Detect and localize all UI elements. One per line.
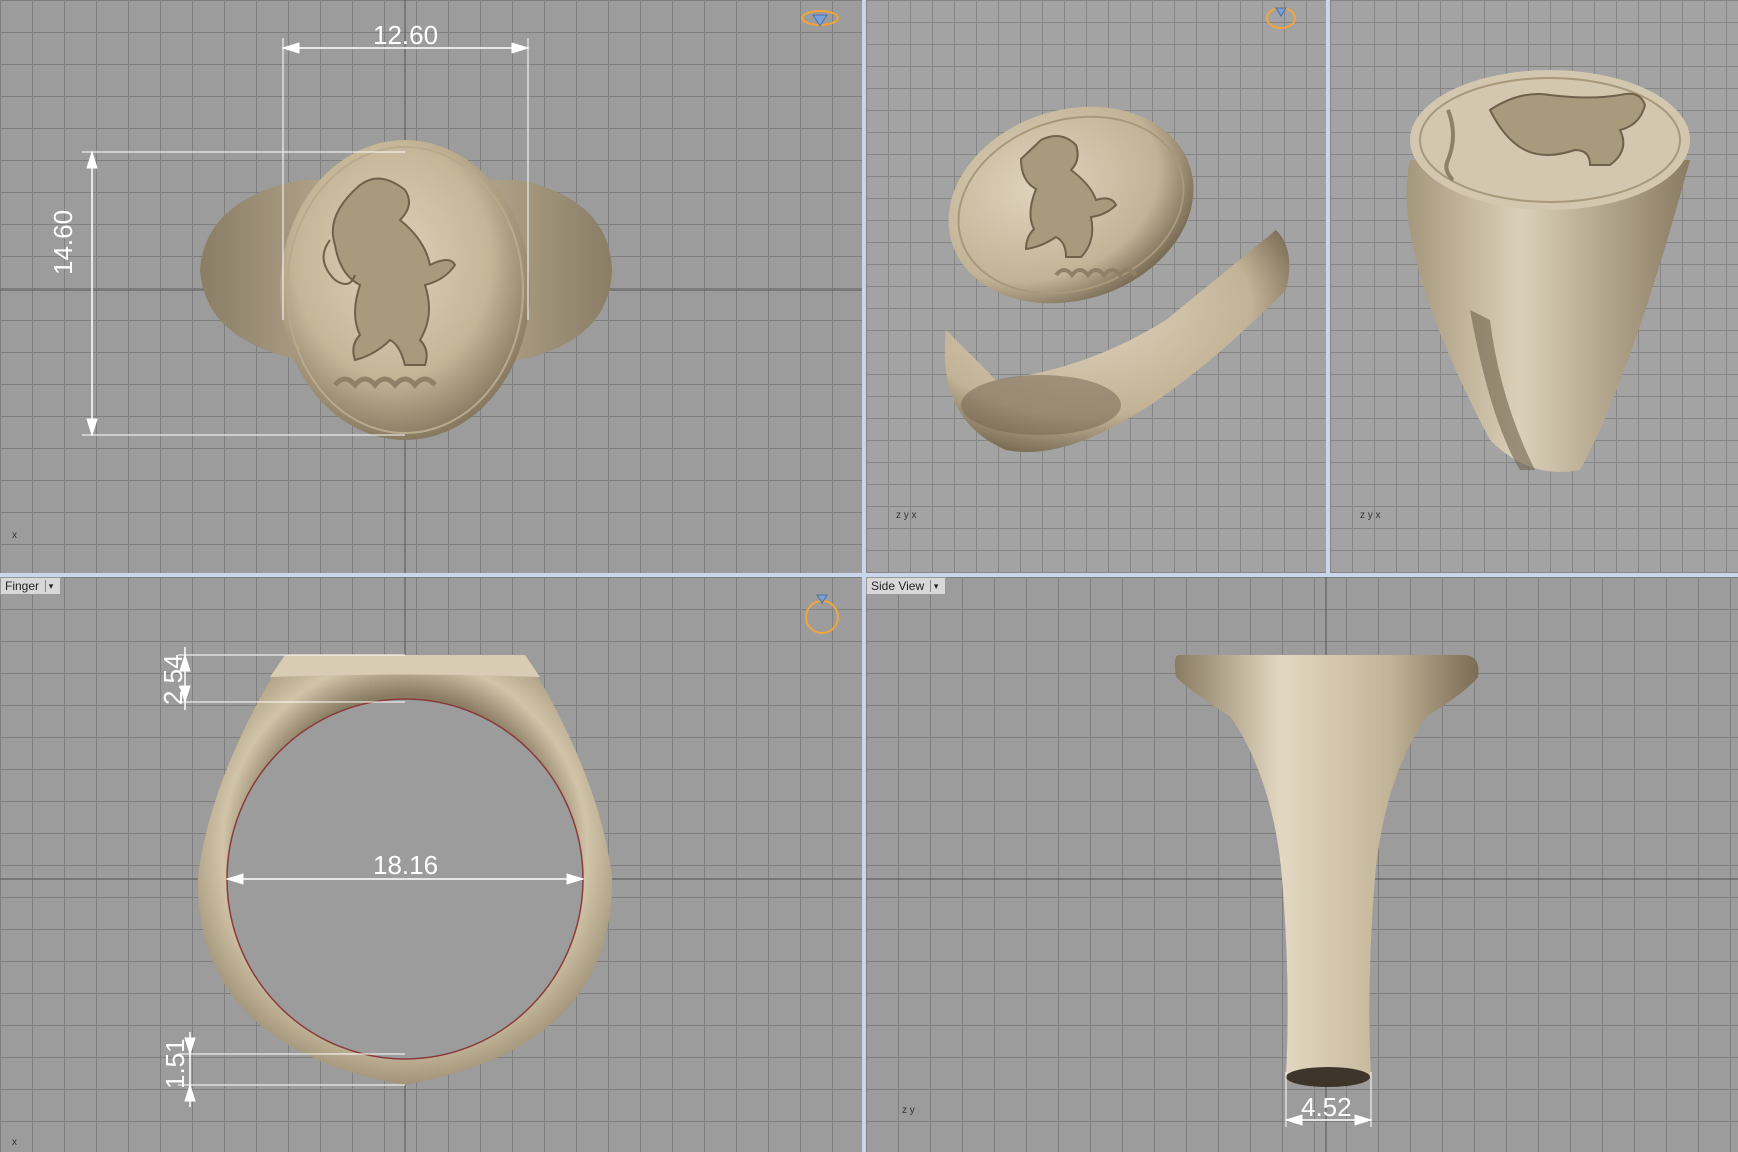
viewport-title: Finger xyxy=(5,579,40,593)
ring-gizmo-icon xyxy=(805,594,839,634)
ring-side-profile xyxy=(1174,655,1479,1085)
dropdown-arrow-icon[interactable]: ▾ xyxy=(45,580,56,592)
perspective-alt-canvas xyxy=(1406,70,1690,472)
viewport-side[interactable]: Side View ▾ 4.52 z y xyxy=(866,577,1738,1152)
dimension-label-shank-width: 4.52 xyxy=(1301,1092,1352,1122)
axis-indicator: z y xyxy=(902,1105,915,1116)
viewport-front[interactable]: Finger ▾ 2.54 18.16 1.51 x xyxy=(0,577,862,1152)
viewport-label-side[interactable]: Side View ▾ xyxy=(866,577,947,595)
top-view-canvas xyxy=(0,0,862,573)
perspective-canvas xyxy=(944,7,1296,452)
viewport-perspective[interactable]: z y x xyxy=(866,0,1326,573)
gem-gizmo-icon xyxy=(801,10,839,27)
dimension-label-top-thickness: 2.54 xyxy=(158,654,188,705)
dimension-label-bottom-thickness: 1.51 xyxy=(160,1038,190,1089)
dimension-label-height: 14.60 xyxy=(48,209,78,275)
viewport-separator-horizontal[interactable] xyxy=(0,573,1738,577)
axis-indicator: z y x xyxy=(1360,510,1381,521)
axis-indicator: z y x xyxy=(896,510,917,521)
viewport-top[interactable]: 12.60 14.60 x xyxy=(0,0,862,573)
dimension-label-width: 12.60 xyxy=(373,20,439,50)
axis-indicator: x xyxy=(12,1137,17,1148)
viewport-title: Side View xyxy=(871,579,925,593)
viewport-separator-vertical-right[interactable] xyxy=(1326,0,1330,573)
dimension-label-inner-diameter: 18.16 xyxy=(373,850,439,880)
viewport-label-front[interactable]: Finger ▾ xyxy=(0,577,62,595)
side-view-canvas xyxy=(866,577,1738,1152)
viewport-perspective-alt[interactable]: z y x xyxy=(1330,0,1738,573)
axis-indicator: x xyxy=(12,530,17,541)
orbit-gizmo-icon xyxy=(1266,7,1296,29)
dropdown-arrow-icon[interactable]: ▾ xyxy=(930,580,941,592)
